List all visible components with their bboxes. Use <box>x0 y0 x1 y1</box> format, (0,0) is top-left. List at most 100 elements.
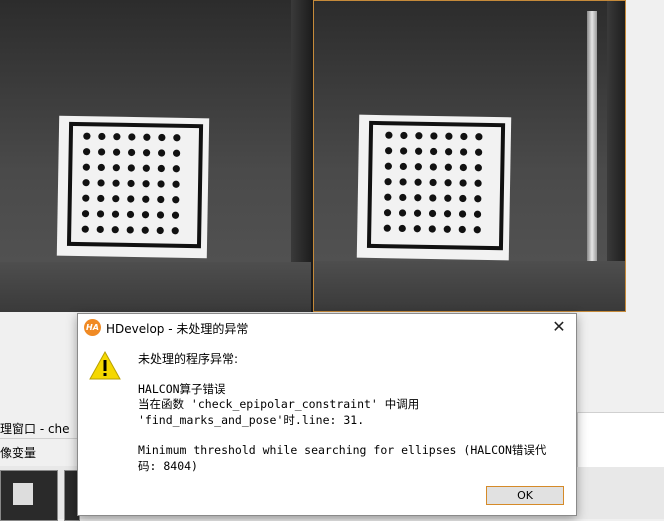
calibration-dot <box>173 134 181 142</box>
calibration-dot <box>127 164 135 172</box>
image-floor <box>0 262 311 312</box>
calibration-dot <box>444 179 452 187</box>
calibration-dot <box>98 148 106 156</box>
calibration-dot <box>474 179 482 187</box>
calibration-plate-right <box>356 114 512 261</box>
calibration-dot <box>458 225 466 234</box>
calibration-dot <box>82 163 90 171</box>
image-floor <box>314 261 625 311</box>
calibration-dot <box>157 195 165 204</box>
calibration-dot <box>460 132 468 141</box>
calibration-dot-grid-right <box>383 131 483 234</box>
thumbnail-preview <box>13 483 33 505</box>
calibration-dot <box>83 148 91 156</box>
calibration-dot <box>112 164 120 172</box>
calibration-dot <box>127 179 135 188</box>
message-heading: 未处理的程序异常: <box>138 352 239 366</box>
calibration-dot <box>111 210 120 218</box>
calibration-plate-left <box>56 115 210 259</box>
calibration-dot <box>157 149 166 157</box>
calibration-dot <box>383 209 392 217</box>
calibration-dot <box>428 225 436 233</box>
calibration-dot <box>142 164 150 172</box>
calibration-dot <box>158 133 166 142</box>
detail-line: 码: 8404) <box>138 458 198 473</box>
calibration-dot-grid-left <box>81 132 181 235</box>
calibration-dot <box>459 163 467 172</box>
calibration-dot <box>81 225 89 233</box>
calibration-dot <box>445 148 453 156</box>
calibration-dot <box>97 163 105 172</box>
dialog-title: HDevelop - 未处理的异常 <box>106 322 249 336</box>
calibration-dot <box>399 162 407 171</box>
calibration-dot <box>430 147 438 156</box>
calibration-dot <box>97 194 105 203</box>
ok-button[interactable]: OK <box>486 486 564 505</box>
calibration-dot <box>126 210 135 219</box>
calibration-dot <box>172 149 181 157</box>
error-location-block: HALCON算子错误 当在函数 'check_epipolar_constrai… <box>138 382 568 429</box>
calibration-dot <box>414 163 422 171</box>
error-detail-block: Minimum threshold while searching for el… <box>138 443 568 474</box>
calibration-dot <box>384 193 392 201</box>
detail-line: Minimum threshold while searching for el… <box>138 443 547 457</box>
camera-image-right <box>313 0 626 312</box>
camera-image-left <box>0 0 313 312</box>
close-button[interactable]: ✕ <box>542 314 576 342</box>
calibration-dot <box>444 163 452 171</box>
calibration-dot <box>113 148 121 156</box>
calibration-dot <box>383 224 391 232</box>
calibration-dot <box>384 178 392 186</box>
calibration-dot <box>171 211 180 219</box>
calibration-dot <box>415 147 423 155</box>
side-panel <box>577 412 664 467</box>
calibration-dot <box>156 226 164 235</box>
calibration-dot <box>81 210 90 218</box>
calibration-dot <box>143 133 151 141</box>
calibration-dot <box>460 148 468 156</box>
calibration-dot <box>112 179 120 187</box>
calibration-dot <box>385 147 393 155</box>
calibration-dot <box>429 194 437 202</box>
calibration-dot <box>429 163 437 171</box>
calibration-dot <box>443 225 451 233</box>
calibration-dot <box>400 131 408 140</box>
calibration-dot <box>398 209 407 217</box>
calibration-dot <box>83 132 91 140</box>
calibration-dot <box>172 180 180 188</box>
calibration-dot <box>473 210 482 218</box>
calibration-dot <box>98 132 106 141</box>
halcon-app-icon: HA <box>84 319 101 336</box>
calibration-dot <box>127 195 135 203</box>
calibration-dot <box>400 147 408 155</box>
calibration-dot <box>97 179 105 187</box>
calibration-dot <box>475 148 483 156</box>
variable-tab[interactable]: 像变量 <box>0 444 80 462</box>
calibration-dot <box>443 210 452 218</box>
calibration-dot <box>82 179 90 187</box>
image-thumbnail[interactable] <box>0 470 58 521</box>
calibration-dot <box>459 194 467 203</box>
calibration-dot <box>142 195 150 203</box>
calibration-dot <box>157 164 165 173</box>
calibration-dot <box>415 132 423 140</box>
dialog-message: 未处理的程序异常: HALCON算子错误 当在函数 'check_epipola… <box>138 352 568 489</box>
unhandled-exception-dialog: HA HDevelop - 未处理的异常 ✕ 未处理的程序异常: HALCON算… <box>77 313 577 516</box>
calibration-dot <box>429 178 437 187</box>
calibration-dot <box>398 224 406 233</box>
calibration-dot <box>474 195 482 203</box>
calibration-dot <box>128 148 136 157</box>
calibration-dot <box>475 133 483 141</box>
calibration-dot <box>430 132 438 140</box>
calibration-dot <box>428 209 437 218</box>
calibration-dot <box>96 210 105 218</box>
calibration-dot <box>385 131 393 139</box>
calibration-dot <box>172 165 180 173</box>
calibration-dot <box>157 180 165 188</box>
calibration-dot <box>399 193 407 202</box>
calibration-dot <box>473 226 481 234</box>
calibration-dot <box>128 133 136 141</box>
calibration-dot <box>414 178 422 186</box>
calibration-dot <box>445 132 453 140</box>
calibration-dot <box>414 194 422 202</box>
